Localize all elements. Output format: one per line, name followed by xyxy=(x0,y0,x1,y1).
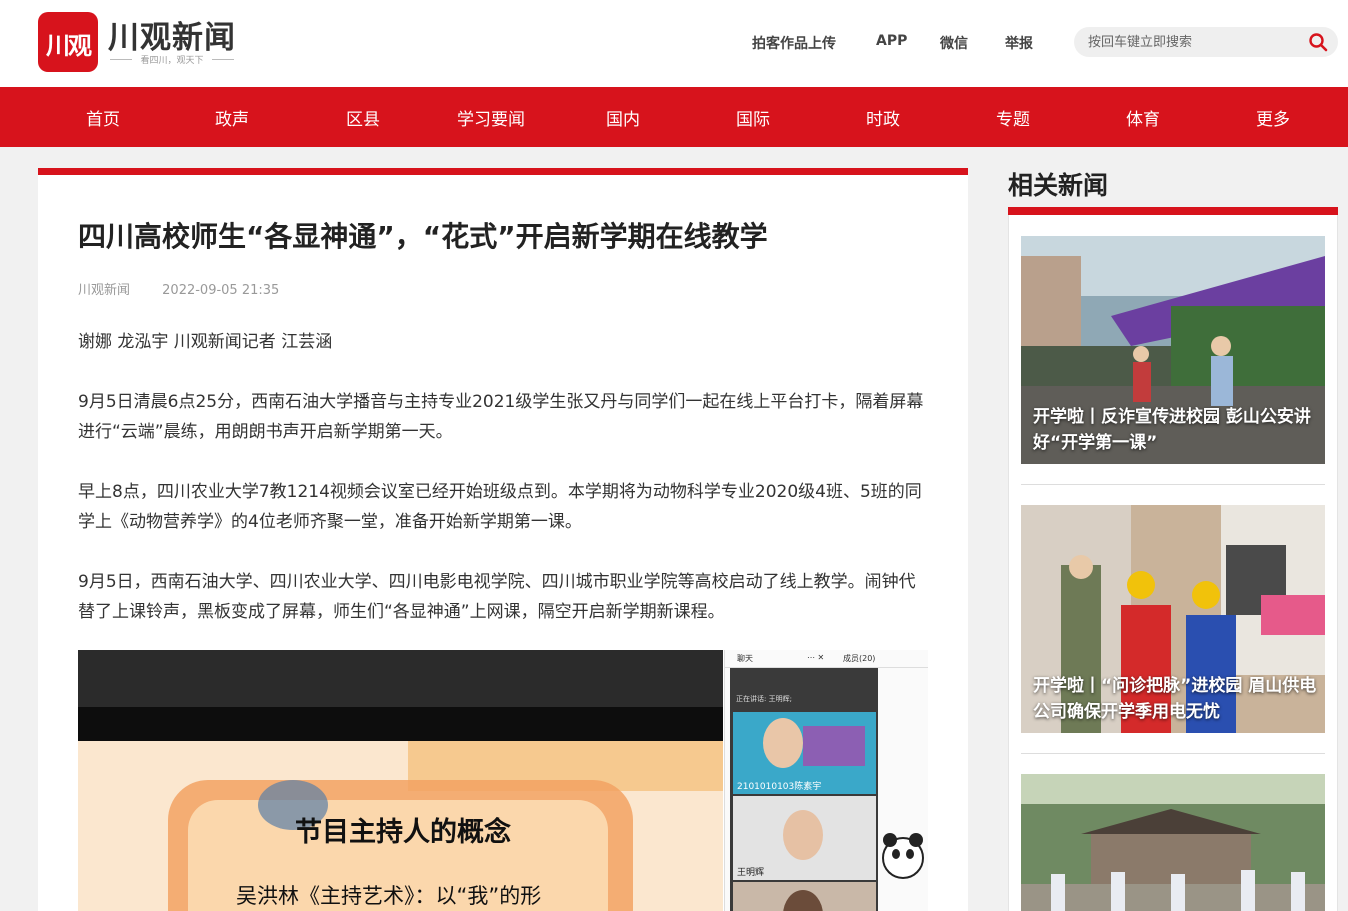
logo-mark-text: 川观 xyxy=(46,31,92,60)
nav-item-home[interactable]: 首页 xyxy=(86,105,120,130)
panel-chat-label: 聊天 xyxy=(737,654,753,663)
news-thumbnail xyxy=(1021,774,1325,911)
search-box xyxy=(1074,27,1338,57)
participant-name: 2101010103陈素宇 xyxy=(737,782,822,792)
article-paragraph: 9月5日清晨6点25分，西南石油大学播音与主持专业2021级学生张又丹与同学们一… xyxy=(78,392,924,442)
news-divider xyxy=(1021,484,1325,485)
article-paragraph: 9月5日，西南石油大学、四川农业大学、四川电影电视学院、四川城市职业学院等高校启… xyxy=(78,572,916,622)
article-source[interactable]: 川观新闻 xyxy=(78,283,130,298)
nav-item-current-affairs[interactable]: 时政 xyxy=(866,105,900,130)
article-byline: 谢娜 龙泓宇 川观新闻记者 江芸涵 xyxy=(78,332,333,352)
slide-title: 节目主持人的概念 xyxy=(295,817,511,848)
related-news-item[interactable]: 开学啦丨反诈宣传进校园 彭山公安讲好“开学第一课” xyxy=(1021,236,1325,464)
main-nav: 首页 政声 区县 学习要闻 国内 国际 时政 专题 体育 更多 xyxy=(0,87,1348,147)
participant-tile xyxy=(733,882,876,911)
search-icon[interactable] xyxy=(1308,32,1328,52)
meeting-panel: 聊天 ⋯ ✕ 成员(20) 正在讲话: 王明辉; 2101010103陈素宇 王… xyxy=(724,650,928,911)
logo-mark[interactable]: 川观 xyxy=(38,12,98,72)
search-input[interactable] xyxy=(1088,32,1298,52)
article-card: 四川高校师生“各显神通”，“花式”开启新学期在线教学 川观新闻 2022-09-… xyxy=(38,168,968,911)
news-caption: 开学啦丨“问诊把脉”进校园 眉山供电公司确保开学季用电无忧 xyxy=(1033,676,1317,722)
slide-view: 节目主持人的概念 吴洪林《主持艺术》：以“我”的形 xyxy=(78,650,723,911)
panda-sticker-icon xyxy=(882,833,924,879)
top-link-app[interactable]: APP xyxy=(876,33,907,49)
article-title: 四川高校师生“各显神通”，“花式”开启新学期在线教学 xyxy=(78,220,768,253)
panel-members-label: 成员(20) xyxy=(843,654,876,663)
nav-item-domestic[interactable]: 国内 xyxy=(606,105,640,130)
top-link-upload[interactable]: 拍客作品上传 xyxy=(752,33,836,53)
participant-tile: 王明辉 xyxy=(733,796,876,880)
participant-tile: 2101010103陈素宇 xyxy=(733,712,876,794)
slide-text: 吴洪林《主持艺术》：以“我”的形 xyxy=(236,884,542,908)
nav-item-topics[interactable]: 专题 xyxy=(996,105,1030,130)
participant-name: 王明辉 xyxy=(737,868,765,878)
logo-slogan: 看四川，观天下 xyxy=(110,53,234,66)
logo-text[interactable]: 川观新闻 xyxy=(108,12,236,57)
nav-item-study[interactable]: 学习要闻 xyxy=(457,105,525,130)
top-header: 川观 川观新闻 看四川，观天下 拍客作品上传 APP 微信 举报 xyxy=(0,0,1348,87)
nav-item-sports[interactable]: 体育 xyxy=(1126,105,1160,130)
related-news-item[interactable]: 开学啦丨“问诊把脉”进校园 眉山供电公司确保开学季用电无忧 xyxy=(1021,505,1325,733)
nav-item-politics[interactable]: 政声 xyxy=(215,105,249,130)
participant-list: 正在讲话: 王明辉; 2101010103陈素宇 王明辉 xyxy=(730,668,878,911)
news-caption: 开学啦丨反诈宣传进校园 彭山公安讲好“开学第一课” xyxy=(1033,407,1311,453)
nav-item-more[interactable]: 更多 xyxy=(1256,105,1290,130)
article-paragraph: 早上8点，四川农业大学7教1214视频会议室已经开始班级点到。本学期将为动物科学… xyxy=(78,482,922,532)
article-meta: 川观新闻 2022-09-05 21:35 xyxy=(78,279,307,298)
news-divider xyxy=(1021,753,1325,754)
article-date: 2022-09-05 21:35 xyxy=(162,283,280,298)
related-news-title: 相关新闻 xyxy=(1008,171,1109,200)
article-image: 节目主持人的概念 吴洪林《主持艺术》：以“我”的形 聊天 ⋯ ✕ 成员(20) … xyxy=(78,650,928,911)
speaking-indicator: 正在讲话: 王明辉; xyxy=(736,695,792,703)
nav-item-counties[interactable]: 区县 xyxy=(346,105,380,130)
related-news-item[interactable] xyxy=(1021,774,1325,911)
related-news-accent xyxy=(1008,207,1338,215)
top-link-report[interactable]: 举报 xyxy=(1005,33,1033,53)
top-link-wechat[interactable]: 微信 xyxy=(940,33,968,53)
nav-item-international[interactable]: 国际 xyxy=(736,105,770,130)
